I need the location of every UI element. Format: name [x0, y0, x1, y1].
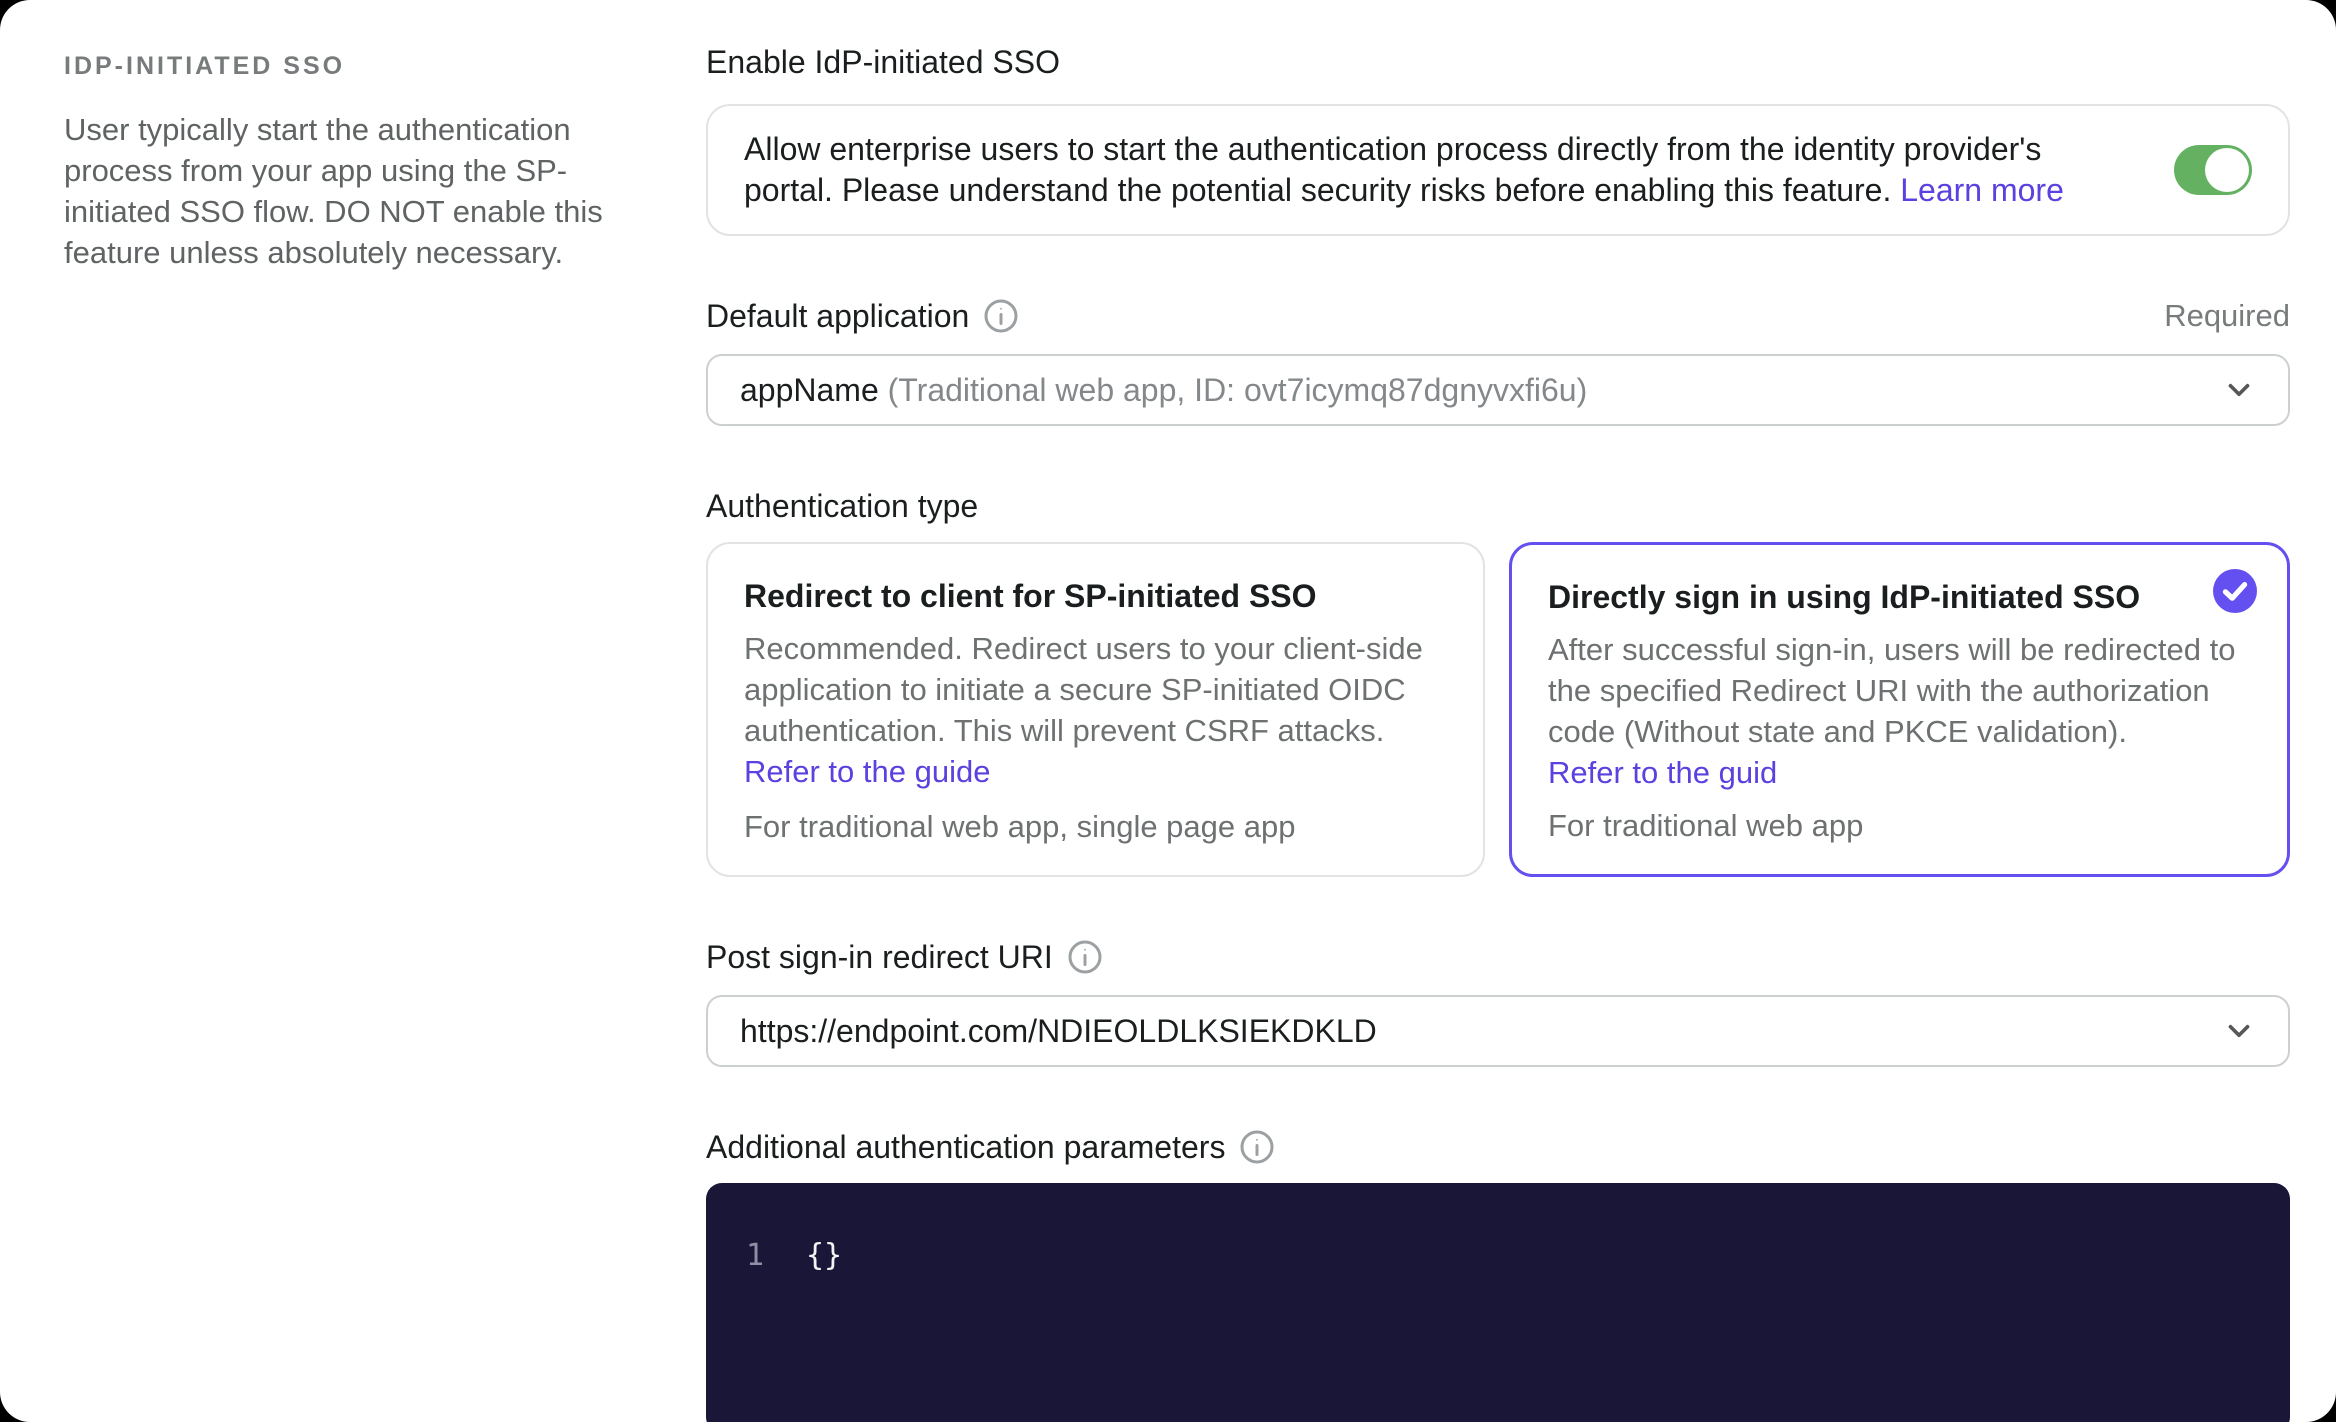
auth-option-footnote: For traditional web app [1548, 808, 1864, 843]
code-content[interactable]: {} [806, 1235, 842, 1277]
refer-guide-link[interactable]: Refer to the guide [744, 754, 990, 789]
toggle-knob [2205, 148, 2249, 192]
auth-option-footnote: For traditional web app, single page app [744, 809, 1296, 844]
redirect-uri-label: Post sign-in redirect URI [706, 939, 1053, 975]
additional-params-label: Additional authentication parameters [706, 1129, 1226, 1165]
settings-form: Enable IdP-initiated SSO Allow enterpris… [700, 0, 2336, 1422]
info-icon[interactable] [983, 298, 1019, 334]
redirect-uri-select[interactable]: https://endpoint.com/NDIEOLDLKSIEKDKLD [706, 995, 2290, 1067]
info-icon[interactable] [1067, 939, 1103, 975]
additional-params-label-row: Additional authentication parameters [706, 1125, 2290, 1169]
auth-option-title: Redirect to client for SP-initiated SSO [744, 578, 1317, 614]
redirect-uri-label-row: Post sign-in redirect URI [706, 935, 2290, 979]
auth-option-description: Recommended. Redirect users to your clie… [744, 631, 1423, 748]
auth-type-label: Authentication type [706, 488, 979, 524]
line-number: 1 [745, 1238, 764, 1273]
auth-option-description: After successful sign-in, users will be … [1548, 632, 2236, 749]
enable-sso-description: Allow enterprise users to start the auth… [744, 131, 2064, 208]
chevron-down-icon [2222, 1014, 2256, 1048]
select-value: appName (Traditional web app, ID: ovt7ic… [740, 371, 1588, 408]
auth-type-label-row: Authentication type [706, 484, 2290, 528]
section-heading: IDP-INITIATED SSO [64, 52, 346, 80]
code-editor[interactable]: 1 {} [706, 1183, 2290, 1422]
chevron-down-icon [2222, 373, 2256, 407]
auth-option-idp-initiated-card[interactable]: Directly sign in using IdP-initiated SSO… [1509, 542, 2290, 877]
auth-type-options: Redirect to client for SP-initiated SSO … [706, 542, 2290, 877]
learn-more-link[interactable]: Learn more [1900, 172, 2064, 208]
section-description: User typically start the authentication … [64, 112, 603, 270]
enable-sso-title: Enable IdP-initiated SSO [706, 44, 1060, 80]
sso-toggle[interactable] [2174, 145, 2252, 195]
refer-guide-link[interactable]: Refer to the guid [1548, 755, 1777, 790]
auth-option-sp-initiated-card[interactable]: Redirect to client for SP-initiated SSO … [706, 542, 1485, 877]
select-value: https://endpoint.com/NDIEOLDLKSIEKDKLD [740, 1012, 1377, 1049]
check-circle-icon [2211, 567, 2259, 615]
default-application-label: Default application [706, 298, 970, 334]
enable-sso-card: Allow enterprise users to start the auth… [706, 104, 2290, 236]
settings-window: IDP-INITIATED SSO User typically start t… [0, 0, 2336, 1422]
auth-option-title: Directly sign in using IdP-initiated SSO [1548, 579, 2141, 615]
info-icon[interactable] [1239, 1129, 1275, 1165]
section-sidebar: IDP-INITIATED SSO User typically start t… [0, 0, 700, 1422]
default-application-select[interactable]: appName (Traditional web app, ID: ovt7ic… [706, 354, 2290, 426]
code-line: 1 {} [706, 1235, 2290, 1277]
default-application-label-row: Default application Required [706, 294, 2290, 338]
required-badge: Required [2164, 298, 2290, 333]
